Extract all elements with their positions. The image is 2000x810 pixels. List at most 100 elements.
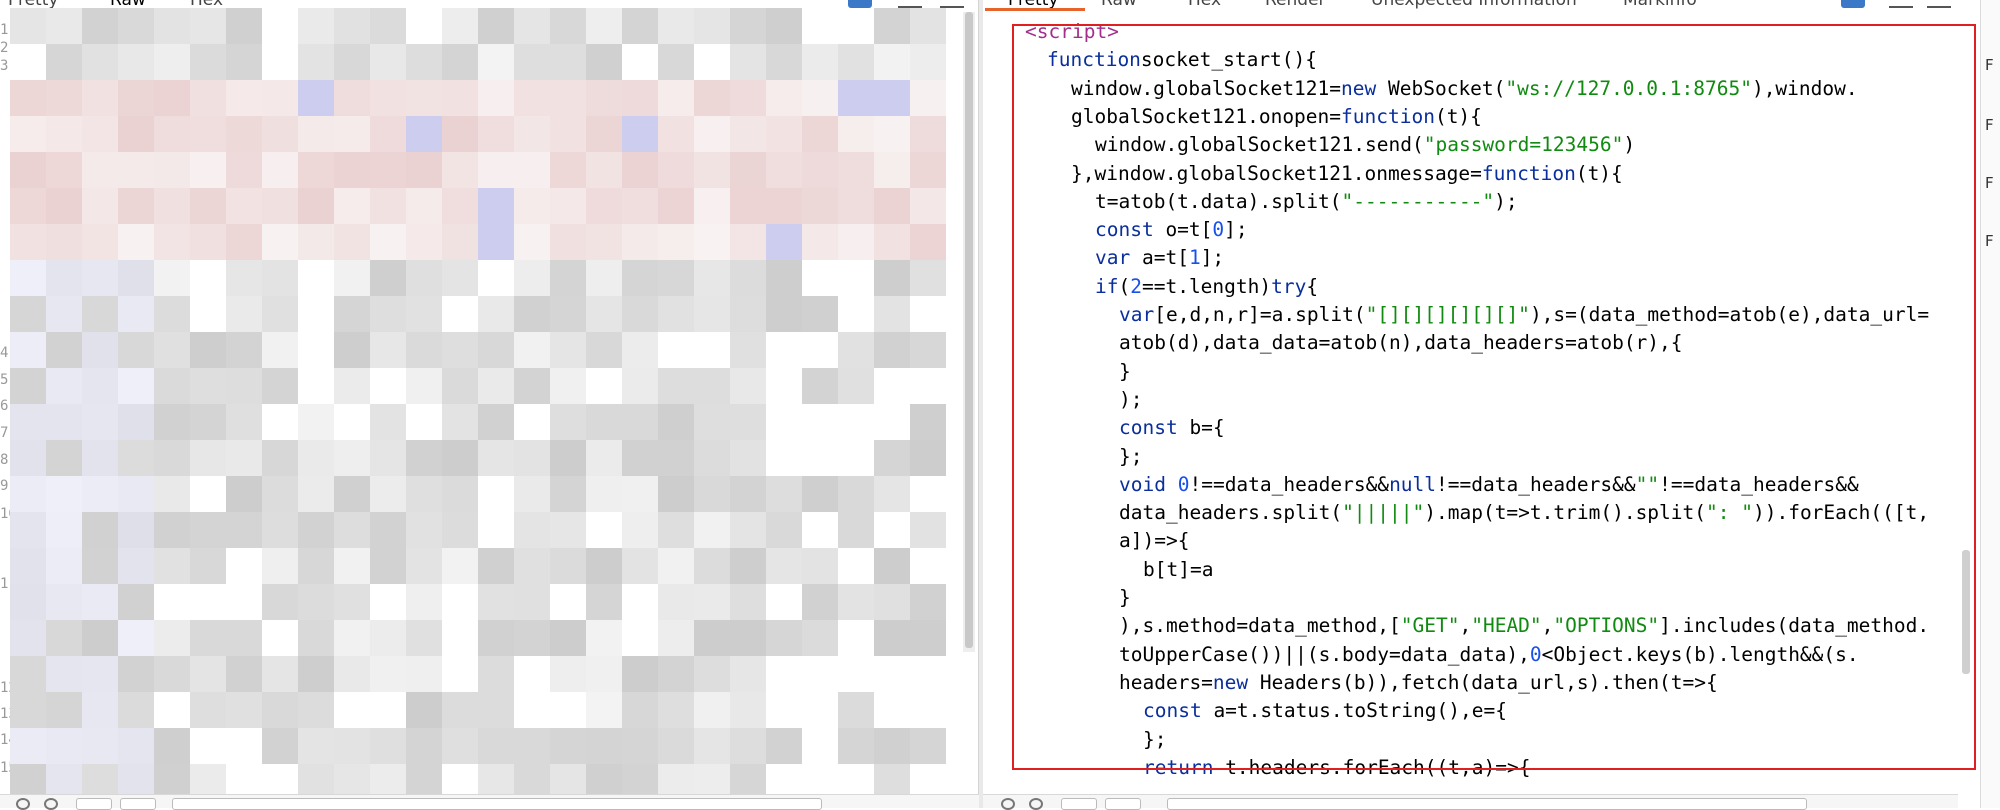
redaction-pixel	[910, 404, 946, 440]
redaction-pixel	[190, 224, 226, 260]
redaction-pixel	[46, 476, 82, 512]
code-line: );	[1119, 386, 1142, 414]
redaction-pixel	[514, 224, 550, 260]
code-token: b[t]=a	[1143, 557, 1214, 581]
redaction-pixel	[334, 152, 370, 188]
redaction-pixel	[370, 728, 406, 764]
code-token: }	[1119, 586, 1131, 609]
code-token-num: 0	[1529, 642, 1542, 666]
redaction-pixel	[550, 80, 586, 116]
redaction-pixel	[586, 80, 622, 116]
redaction-pixel	[766, 440, 802, 476]
redaction-pixel	[766, 476, 802, 512]
tab-raw[interactable]: Raw	[1101, 0, 1137, 10]
help-icon[interactable]	[1001, 798, 1015, 810]
redaction-pixel	[370, 8, 406, 44]
previous-match-button[interactable]	[1061, 798, 1097, 810]
redaction-pixel	[118, 224, 154, 260]
tab-render[interactable]: Render	[1265, 0, 1326, 10]
response-code-view[interactable]: <script> functionsocket_start(){window.gl…	[983, 16, 1958, 786]
code-line: };	[1143, 726, 1166, 754]
wrap-toggle-icon[interactable]	[848, 0, 872, 8]
redaction-pixel	[10, 620, 46, 656]
redaction-pixel	[154, 116, 190, 152]
code-token: ];	[1224, 218, 1248, 242]
redaction-pixel	[730, 260, 766, 296]
response-scrollbar[interactable]	[1958, 16, 1972, 786]
redaction-pixel	[874, 8, 910, 44]
redaction-pixel	[694, 584, 730, 620]
redaction-pixel	[154, 512, 190, 548]
redaction-pixel	[442, 512, 478, 548]
redaction-pixel	[154, 584, 190, 620]
redaction-pixel	[514, 116, 550, 152]
response-search-input[interactable]	[1167, 798, 1807, 810]
redaction-pixel	[550, 512, 586, 548]
redaction-pixel	[514, 404, 550, 440]
next-match-button[interactable]	[1105, 798, 1141, 810]
redaction-pixel	[46, 116, 82, 152]
next-match-button[interactable]	[120, 798, 156, 810]
redaction-pixel	[406, 80, 442, 116]
tab-hex[interactable]: Hex	[1188, 0, 1221, 10]
menu-icon[interactable]	[940, 0, 964, 8]
redaction-pixel	[46, 80, 82, 116]
wrap-toggle-icon[interactable]	[1841, 0, 1865, 8]
code-token: window.globalSocket121=	[1071, 76, 1342, 100]
redaction-pixel	[82, 368, 118, 404]
inspector-section-label[interactable]: F	[1985, 174, 1994, 192]
response-scrollbar-thumb[interactable]	[1962, 550, 1970, 674]
redaction-pixel	[694, 656, 730, 692]
redaction-pixel	[46, 296, 82, 332]
redaction-pixel	[658, 404, 694, 440]
menu-icon[interactable]	[1927, 0, 1951, 8]
redaction-pixel	[190, 152, 226, 188]
redaction-pixel	[10, 8, 46, 44]
redaction-pixel	[514, 692, 550, 728]
redaction-pixel	[298, 224, 334, 260]
redaction-pixel	[334, 8, 370, 44]
previous-match-button[interactable]	[76, 798, 112, 810]
inspector-section-label[interactable]: F	[1985, 232, 1994, 250]
redaction-pixel	[406, 296, 442, 332]
newline-toggle-icon[interactable]	[898, 0, 922, 8]
tab-unexpected-information[interactable]: Unexpected Information	[1371, 0, 1577, 10]
redaction-pixel	[406, 620, 442, 656]
inspector-section-label[interactable]: F	[1985, 116, 1994, 134]
request-scrollbar[interactable]	[963, 12, 975, 652]
redaction-pixel	[622, 296, 658, 332]
redaction-pixel	[406, 368, 442, 404]
inspector-section-label[interactable]: F	[1985, 56, 1994, 74]
redaction-pixel	[226, 152, 262, 188]
request-scrollbar-thumb[interactable]	[965, 12, 973, 648]
redaction-pixel	[550, 440, 586, 476]
redaction-pixel	[586, 368, 622, 404]
redaction-pixel	[118, 440, 154, 476]
redaction-pixel	[82, 476, 118, 512]
code-line: globalSocket121.onopen=function(t){	[1071, 103, 1482, 131]
request-search-input[interactable]	[172, 798, 822, 810]
redaction-pixel	[190, 620, 226, 656]
redaction-pixel	[622, 332, 658, 368]
help-icon[interactable]	[16, 798, 30, 810]
redaction-pixel	[478, 440, 514, 476]
redaction-pixel	[910, 188, 946, 224]
active-tab-indicator	[985, 8, 1085, 11]
redaction-pixel	[910, 44, 946, 80]
redacted-request-body	[10, 8, 960, 800]
settings-icon[interactable]	[1029, 798, 1043, 810]
code-token-kw: function	[1341, 104, 1435, 128]
settings-icon[interactable]	[44, 798, 58, 810]
code-token: t=atob(t.data).split(	[1095, 189, 1342, 213]
code-token-kw: void	[1119, 472, 1166, 496]
redaction-pixel	[658, 152, 694, 188]
newline-toggle-icon[interactable]	[1889, 0, 1913, 8]
redaction-pixel	[874, 512, 910, 548]
tab-markinfo[interactable]: Markinfo	[1623, 0, 1697, 10]
code-token: (t){	[1575, 161, 1623, 185]
redaction-pixel	[226, 692, 262, 728]
redaction-pixel	[838, 620, 874, 656]
code-token: atob(d),data_data=atob(n),data_headers=a…	[1119, 331, 1683, 355]
redaction-pixel	[802, 188, 838, 224]
redaction-pixel	[730, 152, 766, 188]
